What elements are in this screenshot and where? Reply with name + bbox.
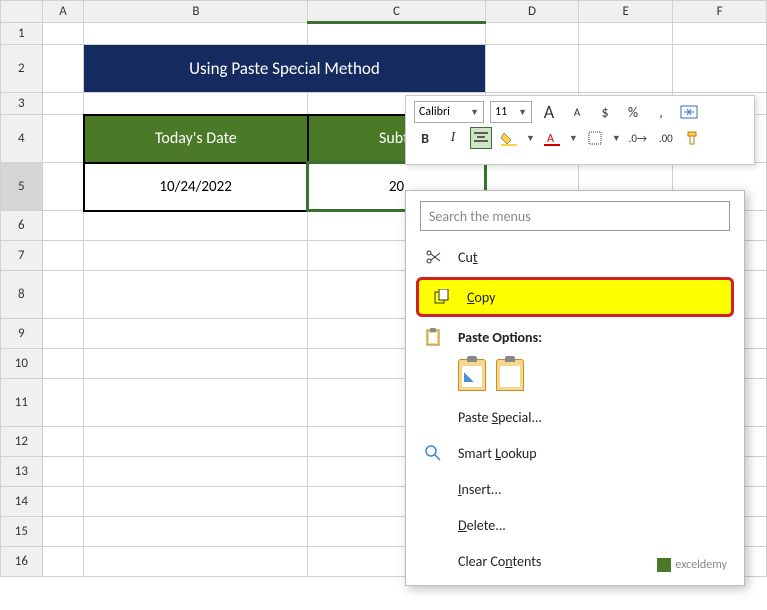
menu-cut[interactable]: Cut: [410, 239, 740, 275]
row-head[interactable]: 2: [1, 45, 43, 93]
paste-option-all[interactable]: [458, 359, 486, 391]
row-head[interactable]: 8: [1, 271, 43, 319]
col-head-f[interactable]: F: [673, 1, 767, 23]
row-head[interactable]: 7: [1, 241, 43, 271]
menu-delete[interactable]: Delete...: [410, 507, 740, 543]
borders-button[interactable]: [584, 127, 606, 149]
context-menu: Search the menus Cut Copy Paste Options:…: [405, 190, 745, 586]
menu-paste-options-header: Paste Options:: [410, 319, 740, 355]
cell-date[interactable]: 10/24/2022: [84, 163, 308, 211]
menu-clear-contents[interactable]: Clear Contents: [410, 543, 740, 579]
menu-label: Delete...: [458, 517, 506, 534]
decrease-decimal-button[interactable]: .00: [655, 127, 677, 149]
menu-label: Cut: [458, 249, 478, 266]
row-head[interactable]: 16: [1, 547, 43, 577]
row-head[interactable]: 4: [1, 115, 43, 163]
bold-button[interactable]: B: [414, 127, 436, 149]
clipboard-icon: [422, 328, 444, 346]
row-head[interactable]: 6: [1, 211, 43, 241]
row-head[interactable]: 1: [1, 23, 43, 45]
row-head[interactable]: 9: [1, 319, 43, 349]
fill-color-button[interactable]: [498, 127, 520, 149]
paste-option-values[interactable]: [496, 359, 524, 391]
col-head-d[interactable]: D: [485, 1, 579, 23]
percent-button[interactable]: %: [622, 101, 644, 123]
font-select[interactable]: Calibri▼: [414, 101, 484, 123]
menu-paste-special[interactable]: Paste Special...: [410, 399, 740, 435]
menu-label: Clear Contents: [458, 553, 541, 570]
font-size-select[interactable]: 11▼: [490, 101, 532, 123]
menu-label: Paste Special...: [458, 409, 542, 426]
col-head-a[interactable]: A: [42, 1, 84, 23]
scissors-icon: [422, 249, 444, 265]
row-head[interactable]: 12: [1, 427, 43, 457]
copy-icon: [431, 289, 453, 305]
select-all-corner[interactable]: [1, 1, 43, 23]
col-head-b[interactable]: B: [84, 1, 308, 23]
search-icon: [422, 445, 444, 461]
menu-label: Copy: [467, 289, 495, 306]
row-head[interactable]: 10: [1, 349, 43, 379]
row-head[interactable]: 14: [1, 487, 43, 517]
format-painter-icon[interactable]: [683, 127, 705, 149]
row-head[interactable]: 5: [1, 163, 43, 211]
row-head[interactable]: 11: [1, 379, 43, 427]
row-head[interactable]: 13: [1, 457, 43, 487]
increase-decimal-button[interactable]: .0→: [627, 127, 649, 149]
increase-font-icon[interactable]: A: [538, 101, 560, 123]
font-color-button[interactable]: A: [541, 127, 563, 149]
italic-button[interactable]: I: [442, 127, 464, 149]
menu-copy[interactable]: Copy: [416, 277, 734, 317]
menu-insert[interactable]: Insert...: [410, 471, 740, 507]
header-todays-date: Today's Date: [84, 115, 308, 163]
col-head-e[interactable]: E: [579, 1, 673, 23]
menu-search-input[interactable]: Search the menus: [420, 201, 730, 231]
merge-icon[interactable]: [678, 101, 700, 123]
menu-label: Insert...: [458, 481, 502, 498]
menu-label: Paste Options:: [458, 329, 542, 346]
col-head-c[interactable]: C: [308, 1, 485, 23]
mini-toolbar: Calibri▼ 11▼ A A $ % , B I ▼ A ▼ ▼ .0→ .…: [405, 95, 755, 165]
row-head[interactable]: 15: [1, 517, 43, 547]
row-head[interactable]: 3: [1, 93, 43, 115]
align-center-button[interactable]: [470, 127, 492, 149]
menu-smart-lookup[interactable]: Smart Lookup: [410, 435, 740, 471]
comma-button[interactable]: ,: [650, 101, 672, 123]
decrease-font-icon[interactable]: A: [566, 101, 588, 123]
menu-label: Smart Lookup: [458, 445, 537, 462]
svg-text:A: A: [547, 132, 554, 146]
title-banner: Using Paste Special Method: [84, 45, 485, 93]
currency-button[interactable]: $: [594, 101, 616, 123]
